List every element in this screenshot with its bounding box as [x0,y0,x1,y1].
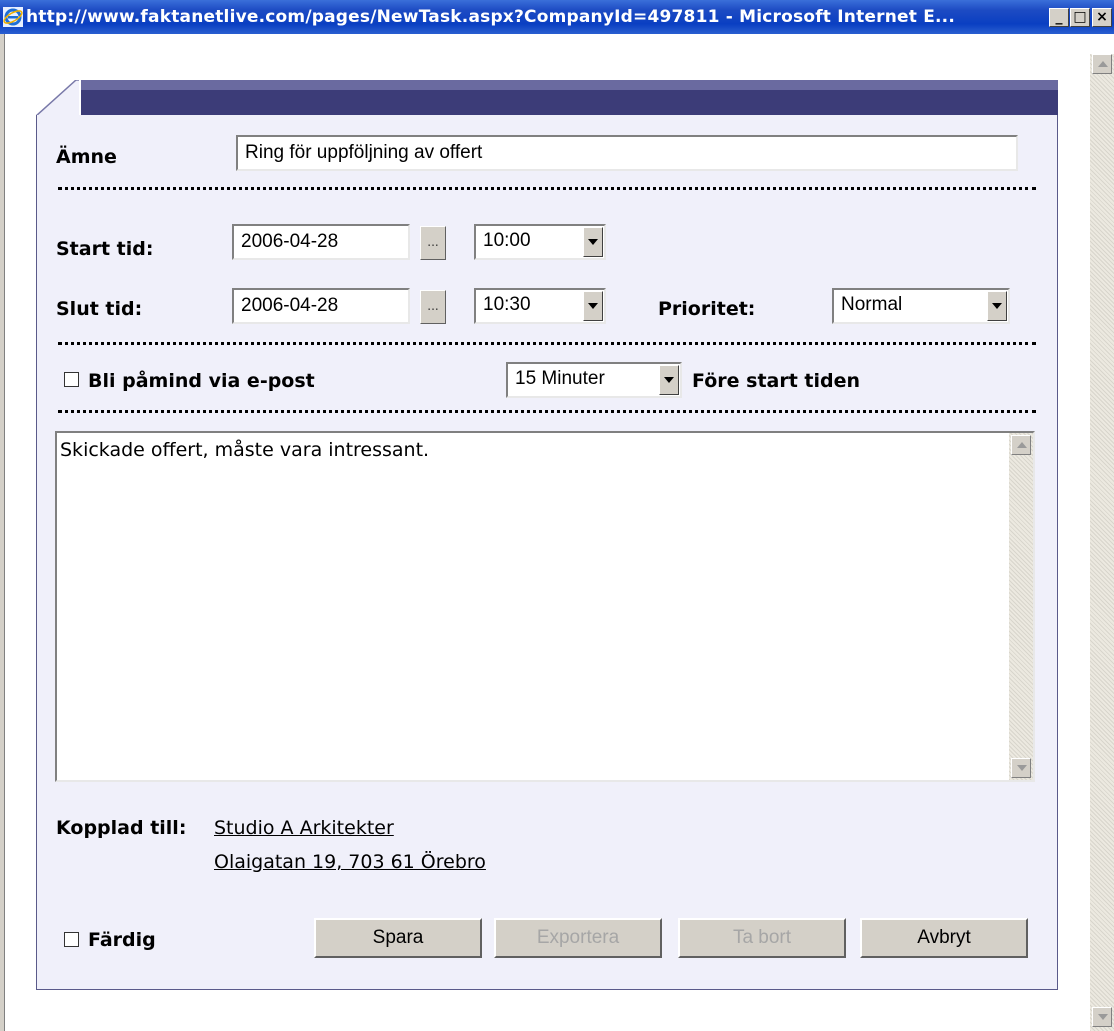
reminder-checkbox[interactable] [64,372,79,387]
minimize-button[interactable]: _ [1049,8,1069,27]
cancel-button[interactable]: Avbryt [860,918,1028,958]
close-button[interactable]: × [1092,8,1112,27]
notes-textarea[interactable]: Skickade offert, måste vara intressant. [55,431,1035,782]
end-time-label: Slut tid: [56,298,143,320]
dropdown-arrow-icon[interactable] [987,291,1007,321]
form-tab-header [36,80,1058,116]
export-button[interactable]: Exportera [494,918,662,958]
linked-to-label: Kopplad till: [56,817,187,839]
end-date-input[interactable] [232,288,410,324]
reminder-label: Bli påmind via e-post [88,370,315,392]
priority-label: Prioritet: [658,298,756,320]
arrow-down-icon [1098,1014,1108,1020]
end-time-value: 10:30 [483,294,531,315]
reminder-interval-select[interactable]: 15 Minuter [506,362,682,398]
start-date-input[interactable] [232,224,410,260]
notes-scroll-down-button[interactable] [1011,758,1031,778]
end-date-picker-button[interactable]: ... [420,290,446,324]
window-title-bar[interactable]: http://www.faktanetlive.com/pages/NewTas… [0,0,1114,34]
scroll-down-button[interactable] [1092,1007,1112,1027]
arrow-down-icon [1017,765,1027,771]
reminder-interval-value: 15 Minuter [515,368,605,389]
dropdown-arrow-icon[interactable] [583,291,603,321]
delete-button[interactable]: Ta bort [678,918,846,958]
save-button[interactable]: Spara [314,918,482,958]
end-time-select[interactable]: 10:30 [474,288,606,324]
ie-icon [3,7,23,27]
done-checkbox[interactable] [64,932,79,947]
subject-input[interactable] [236,135,1018,171]
start-time-value: 10:00 [483,230,531,251]
divider [58,342,1036,345]
start-time-select[interactable]: 10:00 [474,224,606,260]
notes-text: Skickade offert, måste vara intressant. [60,439,430,461]
linked-address-link[interactable]: Olaigatan 19, 703 61 Örebro [214,851,486,873]
dropdown-arrow-icon[interactable] [659,365,679,395]
tab-shape [36,80,1058,116]
maximize-button[interactable]: □ [1070,8,1090,27]
start-date-picker-button[interactable]: ... [420,226,446,260]
reminder-suffix-label: Före start tiden [692,370,861,392]
priority-select[interactable]: Normal [832,288,1010,324]
priority-value: Normal [841,294,903,315]
arrow-up-icon [1098,61,1108,67]
divider [58,410,1036,413]
window-title: http://www.faktanetlive.com/pages/NewTas… [26,7,955,27]
notes-scroll-up-button[interactable] [1011,435,1031,455]
start-time-label: Start tid: [56,238,154,260]
done-label: Färdig [88,929,156,951]
page-scrollbar[interactable] [1090,54,1114,1031]
arrow-up-icon [1017,442,1027,448]
divider [58,187,1036,190]
dropdown-arrow-icon[interactable] [583,227,603,257]
linked-company-link[interactable]: Studio A Arkitekter [214,817,394,839]
subject-label: Ämne [56,146,117,168]
notes-scrollbar[interactable] [1009,433,1033,780]
scroll-up-button[interactable] [1092,54,1112,74]
window-left-frame [0,34,5,1031]
